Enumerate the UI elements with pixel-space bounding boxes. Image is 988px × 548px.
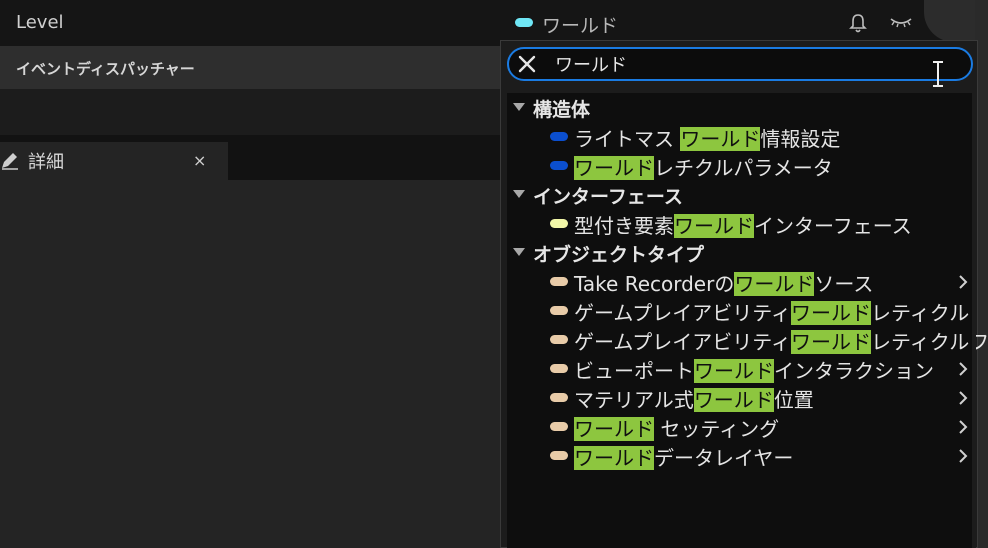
details-panel <box>0 180 500 548</box>
type-list-item[interactable]: ビューポートワールドインタラクション <box>507 354 973 383</box>
search-match-highlight: ワールド <box>574 417 654 441</box>
type-color-pill <box>550 364 568 373</box>
type-color-pill <box>550 219 568 228</box>
type-picker-popup: 構造体ライトマス ワールド情報設定ワールドレチクルパラメータインターフェース型付… <box>500 40 988 548</box>
type-name-part: データレイヤー <box>654 446 794 470</box>
type-name-part: マテリアル式 <box>574 388 694 412</box>
search-match-highlight: ワールド <box>574 446 654 470</box>
search-match-highlight: ワールド <box>791 301 871 325</box>
expand-triangle-icon[interactable] <box>513 190 525 198</box>
variable-name[interactable]: ワールド <box>542 11 618 38</box>
category-label: 構造体 <box>533 99 591 121</box>
type-list-item[interactable]: 型付き要素ワールドインターフェース <box>507 209 973 238</box>
type-color-pill <box>550 393 568 402</box>
expand-triangle-icon[interactable] <box>513 103 525 111</box>
variable-type-pill[interactable] <box>515 18 533 27</box>
event-dispatchers-label: イベントディスパッチャー <box>16 60 195 78</box>
type-name: ゲームプレイアビリティワールドレティクルフ <box>574 326 988 355</box>
tab-details[interactable]: 詳細 × <box>0 142 228 180</box>
type-list-item[interactable]: ワールドレチクルパラメータ <box>507 151 973 180</box>
category-header[interactable]: オブジェクトタイプ <box>507 238 973 267</box>
type-name-part: ビューポート <box>574 359 694 383</box>
search-match-highlight: ワールド <box>574 156 654 180</box>
type-name-part: Take Recorderの <box>574 272 735 296</box>
type-list-item[interactable]: マテリアル式ワールド位置 <box>507 383 973 412</box>
level-label: Level <box>16 12 64 33</box>
type-list-item[interactable]: Take Recorderのワールドソース <box>507 267 973 296</box>
type-name-part: レティクル <box>871 301 970 325</box>
bell-icon[interactable] <box>848 12 868 34</box>
chevron-right-icon[interactable] <box>957 390 969 406</box>
type-name: マテリアル式ワールド位置 <box>574 384 814 413</box>
type-color-pill <box>550 132 568 141</box>
type-name: ワールドデータレイヤー <box>574 442 793 471</box>
type-name-part: ソース <box>814 272 874 296</box>
type-name-part: ライトマス <box>574 127 681 151</box>
pencil-icon <box>2 153 18 170</box>
list-scrollbar[interactable] <box>972 92 976 548</box>
panel-gap <box>0 89 500 135</box>
category-label: インターフェース <box>533 186 683 208</box>
type-list-item[interactable]: ワールドデータレイヤー <box>507 441 973 470</box>
type-list-item[interactable]: ライトマス ワールド情報設定 <box>507 122 973 151</box>
category-header[interactable]: インターフェース <box>507 180 973 209</box>
search-match-highlight: ワールド <box>734 272 815 296</box>
type-list: 構造体 ライトマス ワールド情報設定 ワールドレチクルパラメータ インターフェース 型付… <box>507 93 988 548</box>
chevron-right-icon[interactable] <box>957 448 969 464</box>
type-name-part: インターフェース <box>754 214 912 238</box>
chevron-right-icon[interactable] <box>957 361 969 377</box>
type-color-pill <box>550 161 568 170</box>
type-name-part: ゲームプレイアビリティ <box>574 301 791 325</box>
type-color-pill <box>550 451 568 460</box>
type-name-part: レチクルパラメータ <box>654 156 833 180</box>
search-box[interactable] <box>507 47 973 81</box>
search-match-highlight: ワールド <box>680 127 761 151</box>
text-cursor-icon <box>933 61 943 87</box>
type-name: ワールドレチクルパラメータ <box>574 152 833 181</box>
search-match-highlight: ワールド <box>693 388 774 412</box>
type-name-part: レティクルフ <box>871 330 988 354</box>
type-name: ビューポートワールドインタラクション <box>574 355 934 384</box>
chevron-right-icon[interactable] <box>957 419 969 435</box>
type-color-pill <box>550 277 568 286</box>
type-name-part: セッティング <box>654 417 780 441</box>
type-list-item[interactable]: ゲームプレイアビリティワールドレティクル <box>507 296 973 325</box>
eye-closed-icon[interactable] <box>889 14 913 30</box>
category-header[interactable]: 構造体 <box>507 93 973 122</box>
type-list-item[interactable]: ゲームプレイアビリティワールドレティクルフ <box>507 325 988 354</box>
clear-search-icon[interactable] <box>517 54 537 74</box>
close-icon[interactable]: × <box>193 151 206 170</box>
search-input[interactable] <box>555 50 935 78</box>
type-list-item[interactable]: ワールド セッティング <box>507 412 973 441</box>
type-color-pill <box>550 422 568 431</box>
type-name-part: 情報設定 <box>760 127 841 151</box>
chevron-right-icon[interactable] <box>957 274 969 290</box>
search-match-highlight: ワールド <box>791 330 871 354</box>
type-name-part: インタラクション <box>774 359 934 383</box>
expand-triangle-icon[interactable] <box>513 248 525 256</box>
event-dispatchers-section[interactable]: イベントディスパッチャー <box>0 46 500 89</box>
search-match-highlight: ワールド <box>694 359 774 383</box>
type-name: ゲームプレイアビリティワールドレティクル <box>574 297 969 326</box>
category-label: オブジェクトタイプ <box>533 244 705 266</box>
type-name: ワールド セッティング <box>574 413 779 442</box>
type-color-pill <box>550 335 568 344</box>
type-name-part: ゲームプレイアビリティ <box>574 330 791 354</box>
search-match-highlight: ワールド <box>674 214 754 238</box>
type-name-part: 位置 <box>773 388 814 412</box>
type-color-pill <box>550 306 568 315</box>
type-name: Take Recorderのワールドソース <box>574 268 873 297</box>
type-name: ライトマス ワールド情報設定 <box>574 123 840 152</box>
details-tab-label: 詳細 <box>28 152 64 173</box>
type-name-part: 型付き要素 <box>574 214 674 238</box>
type-name: 型付き要素ワールドインターフェース <box>574 210 912 239</box>
